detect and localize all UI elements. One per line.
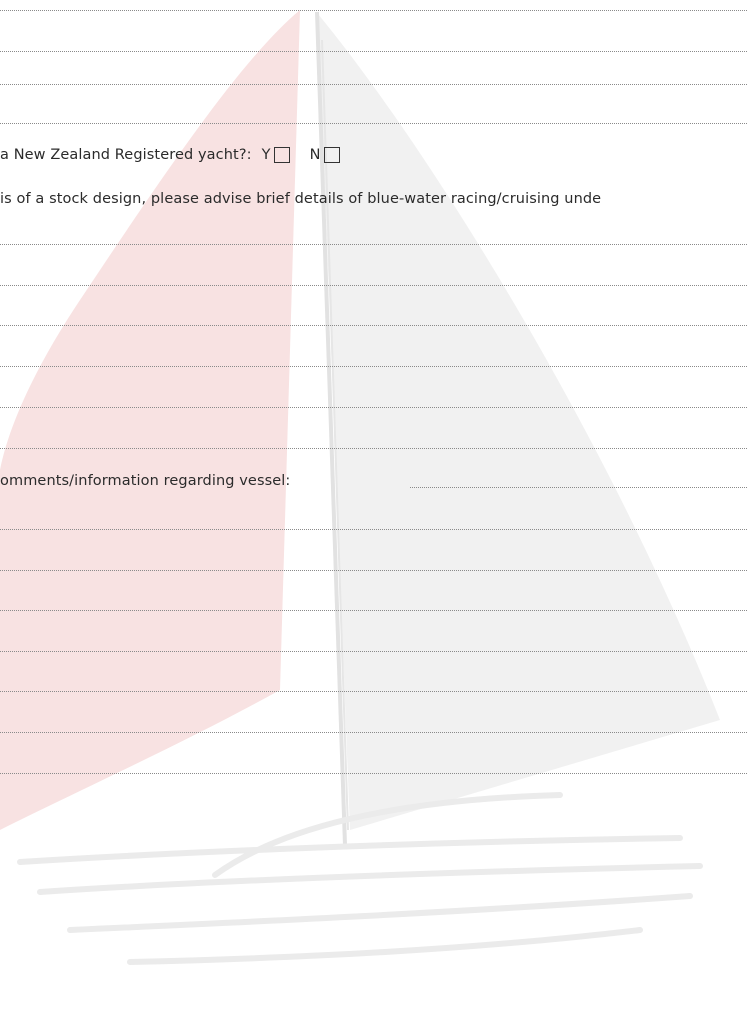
yes-checkbox[interactable] bbox=[273, 147, 290, 163]
answer-line[interactable] bbox=[0, 610, 747, 611]
dotted-rule bbox=[0, 123, 747, 124]
answer-line[interactable] bbox=[0, 448, 747, 449]
answer-line[interactable] bbox=[0, 773, 747, 774]
answer-line[interactable] bbox=[0, 529, 747, 530]
comments-inline-answer-line[interactable] bbox=[410, 487, 747, 488]
option-yes-label: Y bbox=[261, 147, 271, 163]
comments-label: omments/information regarding vessel: bbox=[0, 473, 291, 489]
answer-line[interactable] bbox=[0, 244, 747, 245]
no-checkbox[interactable] bbox=[323, 147, 340, 163]
answer-line[interactable] bbox=[0, 570, 747, 571]
answer-line[interactable] bbox=[0, 285, 747, 286]
registered-yacht-question: a New Zealand Registered yacht?: Y N bbox=[0, 146, 340, 164]
dotted-rule bbox=[0, 84, 747, 85]
answer-line[interactable] bbox=[0, 366, 747, 367]
jib-sail-shape bbox=[0, 10, 300, 830]
dotted-rule bbox=[0, 51, 747, 52]
answer-line[interactable] bbox=[0, 651, 747, 652]
dotted-rule bbox=[0, 10, 747, 11]
registered-yacht-label: a New Zealand Registered yacht?: bbox=[0, 147, 252, 163]
option-no: N bbox=[310, 146, 340, 164]
option-no-label: N bbox=[309, 147, 321, 163]
answer-line[interactable] bbox=[0, 732, 747, 733]
main-sail-shape bbox=[318, 14, 720, 830]
answer-line[interactable] bbox=[0, 691, 747, 692]
answer-line[interactable] bbox=[0, 325, 747, 326]
answer-line[interactable] bbox=[0, 407, 747, 408]
stock-design-question: is of a stock design, please advise brie… bbox=[0, 191, 602, 207]
option-yes: Y bbox=[262, 146, 290, 164]
